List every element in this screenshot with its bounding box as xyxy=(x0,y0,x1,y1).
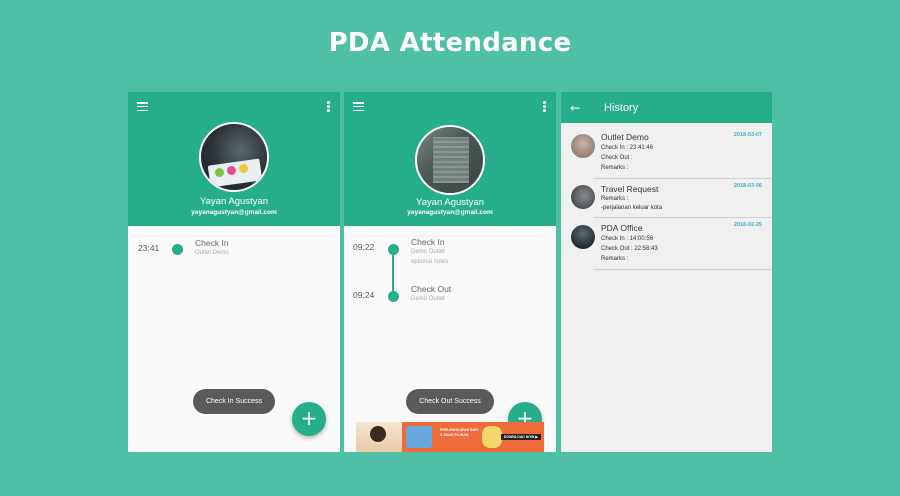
ad-logo xyxy=(406,426,432,448)
history-item-detail: Check Out : 22:58:43 xyxy=(601,246,658,252)
page-title: PDA Attendance xyxy=(328,28,572,58)
history-item-detail: Check Out : xyxy=(601,155,633,161)
timeline-dot xyxy=(388,291,399,302)
ad-text: PERLENGKAPAN BAYI & ANAK PILIHAN xyxy=(440,428,479,437)
timeline-dot xyxy=(172,244,183,255)
back-arrow-icon[interactable]: ← xyxy=(570,101,580,115)
attendance-screen-checkin: Yayan Agustyan yayanagustyan@gmail.com 2… xyxy=(128,92,340,452)
event-time: 09:22 xyxy=(353,242,375,252)
profile-email: yayanagustyan@gmail.com xyxy=(407,209,493,216)
history-item-detail: Remarks : xyxy=(601,256,629,262)
divider xyxy=(594,178,772,179)
event-title: Check In xyxy=(411,237,445,247)
history-item-date: 2018-03-07 xyxy=(733,132,762,138)
ad-download-button[interactable]: DOWNLOAD NOW ▶ xyxy=(500,434,541,440)
toast-message: Check In Success xyxy=(193,389,275,414)
history-item-detail: Check In : 23:41:46 xyxy=(601,145,654,151)
avatar xyxy=(571,225,595,249)
menu-icon[interactable] xyxy=(353,102,364,112)
history-item-detail: Check In : 14:00:56 xyxy=(601,236,654,242)
avatar[interactable] xyxy=(199,122,269,192)
menu-icon[interactable] xyxy=(137,102,148,112)
event-time: 23:41 xyxy=(138,243,160,253)
event-location: Demo Outlet xyxy=(411,249,445,255)
event-title: Check Out xyxy=(411,284,452,294)
history-item-date: 2018-02-25 xyxy=(733,222,762,228)
history-item-name: Travel Request xyxy=(601,184,659,194)
profile-name: Yayan Agustyan xyxy=(200,196,268,207)
profile-name: Yayan Agustyan xyxy=(416,197,484,208)
ad-toy-image xyxy=(482,426,502,448)
timeline-line xyxy=(392,250,394,295)
history-item[interactable]: PDA Office 2018-02-25 Check In : 14:00:5… xyxy=(561,221,772,270)
divider xyxy=(594,269,772,270)
history-header: ← History xyxy=(561,92,772,123)
avatar xyxy=(571,134,595,158)
divider xyxy=(594,217,772,218)
more-options-icon[interactable] xyxy=(543,101,546,112)
history-item-detail: Remarks : xyxy=(601,165,629,171)
event-title: Check In xyxy=(195,238,229,248)
event-location: Outlet Demo xyxy=(195,250,229,256)
avatar xyxy=(571,185,595,209)
event-note: optional notes xyxy=(411,259,449,265)
history-item-date: 2018-03-06 xyxy=(733,183,762,189)
ad-banner[interactable]: PERLENGKAPAN BAYI & ANAK PILIHAN DOWNLOA… xyxy=(356,422,544,452)
history-item-name: PDA Office xyxy=(601,223,643,233)
profile-header: Yayan Agustyan yayanagustyan@gmail.com xyxy=(128,92,340,226)
profile-email: yayanagustyan@gmail.com xyxy=(191,209,277,216)
toast-message: Check Out Success xyxy=(406,389,494,414)
add-attendance-button[interactable]: + xyxy=(292,402,326,436)
event-location: Demo Outlet xyxy=(411,296,445,302)
profile-header: Yayan Agustyan yayanagustyan@gmail.com xyxy=(344,92,556,226)
timeline-dot xyxy=(388,244,399,255)
history-item-detail: -perjalanan keluar kota xyxy=(601,205,663,211)
attendance-screen-checkout: Yayan Agustyan yayanagustyan@gmail.com 0… xyxy=(344,92,556,452)
ad-child-image xyxy=(356,422,402,452)
history-screen: ← History Outlet Demo 2018-03-07 Check I… xyxy=(561,92,772,452)
history-item-name: Outlet Demo xyxy=(601,132,649,142)
history-item-detail: Remarks : xyxy=(601,196,629,202)
avatar[interactable] xyxy=(415,125,485,195)
history-item[interactable]: Travel Request 2018-03-06 Remarks : -per… xyxy=(561,182,772,218)
event-time: 09:24 xyxy=(353,290,375,300)
more-options-icon[interactable] xyxy=(327,101,330,112)
history-item[interactable]: Outlet Demo 2018-03-07 Check In : 23:41:… xyxy=(561,130,772,179)
history-title: History xyxy=(604,102,639,114)
